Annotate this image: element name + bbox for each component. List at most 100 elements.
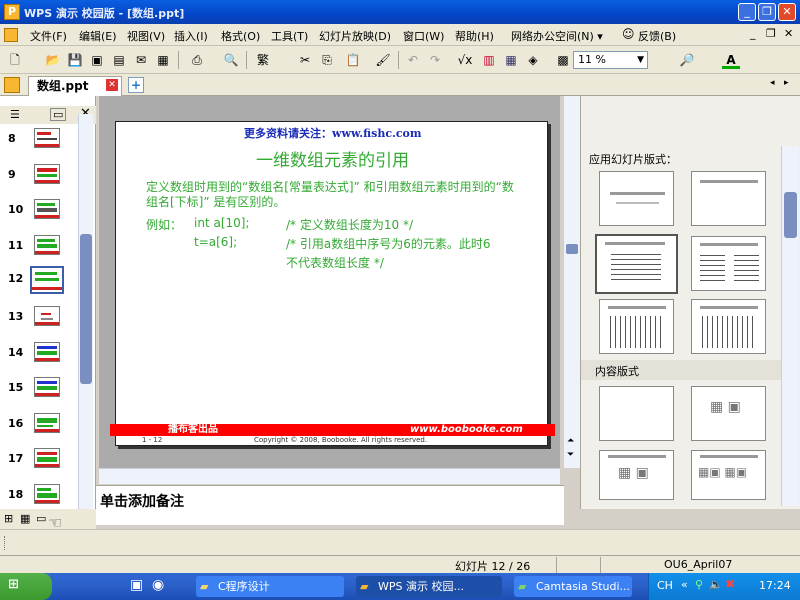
slide-sorter-view-icon[interactable]: ▦ — [20, 512, 30, 525]
save-as-icon[interactable]: ▣ — [88, 51, 106, 69]
thumbnail-row[interactable]: 11 — [0, 235, 78, 265]
wps-app-icon[interactable]: P — [4, 4, 20, 20]
formula-icon[interactable]: √x — [456, 51, 474, 69]
print-preview-icon[interactable]: 🔍 — [222, 51, 240, 69]
menu-tools[interactable]: 工具(T) — [271, 28, 308, 44]
slide-thumbnail-selected[interactable] — [30, 266, 64, 294]
thumbnail-row[interactable]: 15 — [0, 377, 78, 407]
table-icon[interactable]: ▦ — [502, 51, 520, 69]
layout-blank[interactable] — [599, 386, 674, 441]
start-button[interactable]: ⊞ — [0, 573, 52, 600]
thumbnail-row[interactable]: 16 — [0, 413, 78, 443]
thumbnail-row[interactable]: 13 — [0, 306, 78, 336]
task-pane-scrollbar-thumb[interactable] — [784, 192, 797, 238]
input-language[interactable]: CH — [657, 579, 673, 592]
close-button[interactable]: ✕ — [778, 3, 796, 21]
zoom-select[interactable]: 11 % ▼ — [573, 51, 648, 69]
slide-thumbnail[interactable] — [34, 377, 60, 397]
shapes-icon[interactable]: ◈ — [524, 51, 542, 69]
next-slide-icon[interactable]: ⏷ — [567, 450, 574, 460]
thumbnail-scrollbar[interactable] — [78, 114, 93, 509]
slide-thumbnail[interactable] — [34, 306, 60, 326]
slide-thumbnail[interactable] — [34, 199, 60, 219]
minimize-button[interactable]: _ — [738, 3, 756, 21]
normal-view-icon[interactable]: ⊞ — [4, 512, 13, 525]
slide-thumbnail[interactable] — [34, 484, 60, 504]
menu-file[interactable]: 文件(F) — [30, 28, 67, 44]
slide-thumbnail[interactable] — [34, 235, 60, 255]
task-pane-scrollbar[interactable] — [781, 146, 799, 506]
layout-title-only[interactable] — [691, 171, 766, 226]
format-painter-icon[interactable]: 🖌 — [374, 51, 392, 69]
thumbnail-row-selected[interactable]: 12 — [0, 266, 78, 298]
tab-scroll-left-icon[interactable]: ◂ — [770, 78, 775, 88]
thumbnail-row[interactable]: 8 — [0, 128, 78, 158]
slide-horizontal-scrollbar[interactable] — [99, 468, 560, 484]
desktop-icon[interactable]: ▣ — [130, 577, 143, 593]
slide-thumbnail[interactable] — [34, 448, 60, 468]
font-color-icon[interactable]: A — [722, 51, 740, 69]
menu-edit[interactable]: 编辑(E) — [79, 28, 117, 44]
tray-expand-icon[interactable]: « — [681, 578, 688, 591]
layout-vertical-text[interactable] — [599, 299, 674, 354]
maximize-button[interactable]: ❐ — [758, 3, 776, 21]
slide-paragraph[interactable]: 定义数组时用到的“数组名[常量表达式]” 和引用数组元素时用到的“数组名[下标]… — [146, 180, 516, 210]
network-icon[interactable]: ⚲ — [695, 578, 703, 591]
security-alert-icon[interactable]: ✖ — [725, 577, 735, 591]
prev-slide-icon[interactable]: ⏶ — [567, 436, 574, 446]
new-tab-icon[interactable]: + — [128, 77, 144, 93]
slides-tab-icon[interactable]: ▭ — [50, 108, 67, 121]
layout-two-column[interactable] — [691, 236, 766, 291]
print-icon[interactable]: ⎙ — [188, 51, 206, 69]
slide-vertical-scrollbar[interactable]: ⏶ ⏷ — [563, 96, 580, 468]
copy-icon[interactable]: ⎘ — [318, 51, 336, 69]
grid-icon[interactable]: ▩ — [554, 51, 572, 69]
slide-thumbnail[interactable] — [34, 164, 60, 184]
menu-format[interactable]: 格式(O) — [221, 28, 260, 44]
chart-icon[interactable]: ▥ — [480, 51, 498, 69]
layout-vertical-title-text[interactable] — [691, 299, 766, 354]
redo-icon[interactable]: ↷ — [426, 51, 444, 69]
layout-title-text-selected[interactable] — [595, 234, 678, 294]
thumbnail-row[interactable]: 9 — [0, 164, 78, 194]
cut-icon[interactable]: ✂ — [296, 51, 314, 69]
doc-close-button[interactable]: ✕ — [784, 27, 793, 40]
volume-icon[interactable]: 🔈 — [709, 578, 723, 591]
thumbnail-row[interactable]: 10 — [0, 199, 78, 229]
layout-two-content[interactable]: ▦▣ ▦▣ — [691, 450, 766, 500]
menu-view[interactable]: 视图(V) — [127, 28, 165, 44]
slide-thumbnail[interactable] — [34, 342, 60, 362]
task-camtasia[interactable]: ▰ Camtasia Studi... — [514, 576, 632, 597]
doc-icon[interactable] — [4, 28, 18, 42]
traditional-chinese-icon[interactable]: 繁 — [254, 51, 272, 69]
menu-insert[interactable]: 插入(I) — [174, 28, 208, 44]
slideshow-view-icon[interactable]: ▭ — [36, 512, 46, 525]
notes-pane[interactable]: 单击添加备注 — [96, 485, 564, 525]
outline-tab-icon[interactable]: ☰ — [10, 108, 20, 121]
slide-scrollbar-thumb[interactable] — [566, 244, 578, 254]
thumbnail-scrollbar-thumb[interactable] — [80, 234, 92, 384]
menu-help[interactable]: 帮助(H) — [455, 28, 494, 44]
slide-thumbnail[interactable] — [34, 128, 60, 148]
export-pdf-icon[interactable]: ▦ — [154, 51, 172, 69]
close-tab-icon[interactable]: ✕ — [106, 79, 118, 91]
browser-icon[interactable]: ◉ — [152, 577, 164, 593]
layout-title-content[interactable]: ▦ ▣ — [599, 450, 674, 500]
doc-restore-button[interactable]: ❐ — [766, 27, 776, 40]
task-folder[interactable]: ▰ C程序设计 — [196, 576, 344, 597]
layout-content[interactable]: ▦ ▣ — [691, 386, 766, 441]
tab-scroll-right-icon[interactable]: ▸ — [784, 78, 789, 88]
send-mail-icon[interactable]: ✉ — [132, 51, 150, 69]
menu-network-office[interactable]: 网络办公空间(N) ▾ — [511, 28, 603, 44]
menu-slideshow[interactable]: 幻灯片放映(D) — [319, 28, 391, 44]
menu-window[interactable]: 窗口(W) — [403, 28, 444, 44]
print-setup-icon[interactable]: ▤ — [110, 51, 128, 69]
slide-thumbnail[interactable] — [34, 413, 60, 433]
save-icon[interactable]: 💾 — [66, 51, 84, 69]
paste-icon[interactable]: 📋 — [344, 51, 362, 69]
slide-12[interactable]: 更多资料请关注：www.fishc.com 一维数组元素的引用 定义数组时用到的… — [110, 121, 555, 446]
layout-title-slide[interactable] — [599, 171, 674, 226]
doc-minimize-button[interactable]: _ — [750, 27, 756, 40]
task-wps[interactable]: ▰ WPS 演示 校园... — [356, 576, 502, 597]
slide-title[interactable]: 一维数组元素的引用 — [116, 146, 549, 171]
